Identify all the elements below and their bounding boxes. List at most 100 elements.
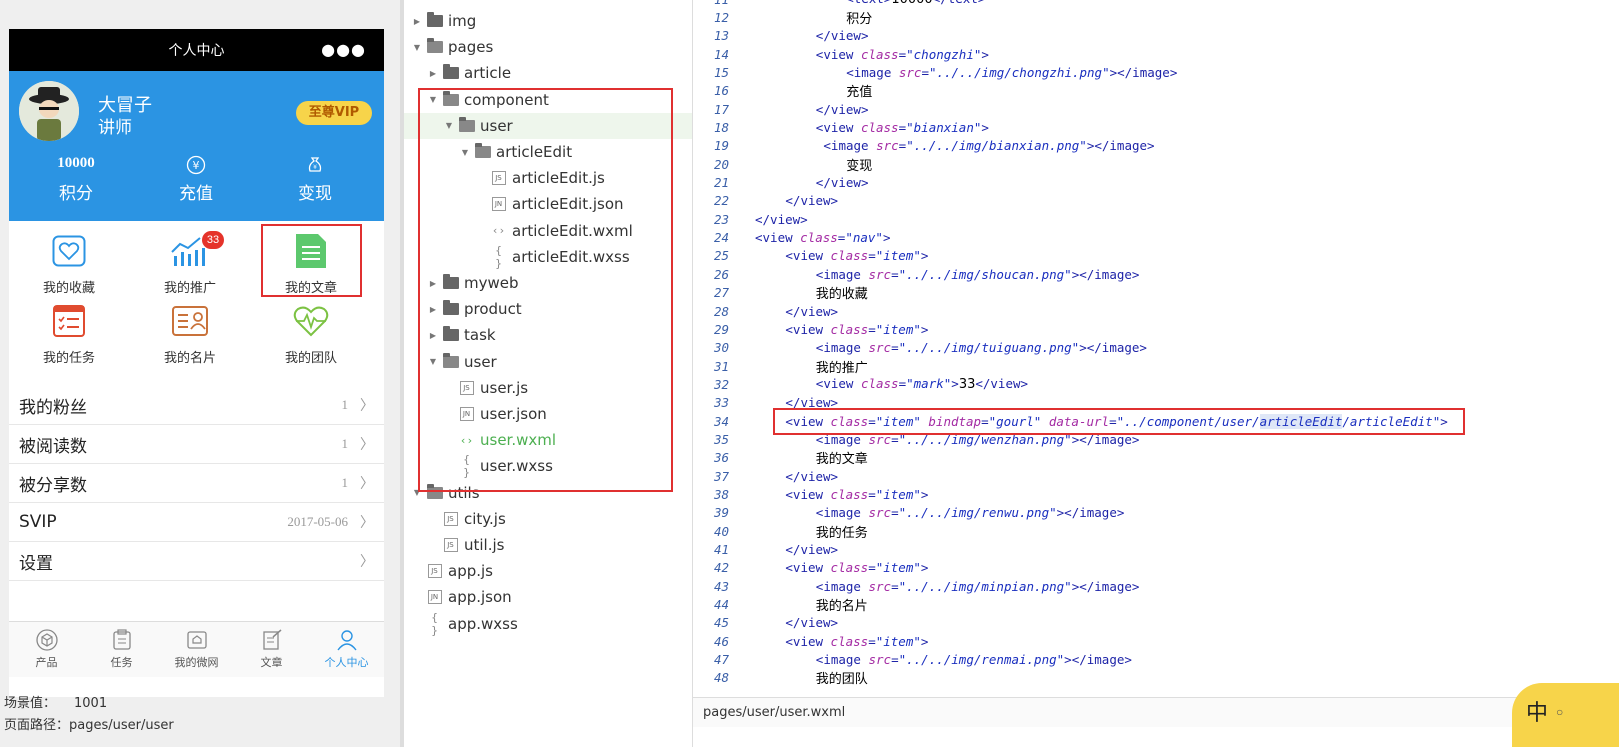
code-text: </view> xyxy=(755,175,869,191)
code-line[interactable]: 46 <view class="item"> xyxy=(693,632,1619,650)
code-line[interactable]: 41 </view> xyxy=(693,540,1619,558)
list-item[interactable]: 设置〉 xyxy=(9,542,384,581)
code-editor[interactable]: 11 <text>10000</text> 12 积分 13 </view> 14 <view… xyxy=(692,0,1619,747)
code-line[interactable]: 29 <view class="item"> xyxy=(693,320,1619,338)
code-line[interactable]: 47 <image src="../../img/renmai.png"></im… xyxy=(693,650,1619,668)
code-line[interactable]: 19 <image src="../../img/bianxian.png"></… xyxy=(693,137,1619,155)
tree-file[interactable]: JS util.js xyxy=(404,532,692,558)
stat-cashout[interactable]: ¥ 变现 xyxy=(260,155,370,204)
grid-item-favorites[interactable]: 我的收藏 xyxy=(19,233,119,305)
code-line[interactable]: 13 </view> xyxy=(693,27,1619,45)
highlight-box-component xyxy=(418,88,673,492)
tree-file[interactable]: { } app.wxss xyxy=(404,611,692,637)
code-text: 变现 xyxy=(755,155,872,174)
code-line[interactable]: 12 积分 xyxy=(693,8,1619,27)
code-token: <image xyxy=(815,266,869,282)
code-line[interactable]: 16 充值 xyxy=(693,82,1619,100)
code-token: = xyxy=(868,486,876,502)
code-line[interactable]: 15 <image src="../../img/chongzhi.png"></… xyxy=(693,63,1619,81)
folder-icon xyxy=(442,64,459,80)
yen-circle-icon: ¥ xyxy=(141,155,251,175)
tab-articles[interactable]: 文章 xyxy=(234,622,309,677)
code-line[interactable]: 45 </view> xyxy=(693,614,1619,632)
code-line[interactable]: 42 <view class="item"> xyxy=(693,559,1619,577)
code-text: <view class="item"> xyxy=(755,487,928,502)
code-token: <view xyxy=(785,321,831,337)
tab-products[interactable]: 产品 xyxy=(9,622,84,677)
tab-tasks[interactable]: 任务 xyxy=(84,622,159,677)
stat-recharge[interactable]: ¥ 充值 xyxy=(141,155,251,204)
code-line[interactable]: 44 我的名片 xyxy=(693,595,1619,614)
scene-label: 场景值： xyxy=(4,696,57,711)
chevron-down-icon[interactable]: ▼ xyxy=(412,43,422,52)
code-line[interactable]: 38 <view class="item"> xyxy=(693,485,1619,503)
code-token: <text> xyxy=(846,0,891,6)
tree-folder[interactable]: ▼ pages xyxy=(404,34,692,60)
code-token: ></image> xyxy=(1109,65,1178,81)
code-token: </view> xyxy=(815,175,869,191)
list-item[interactable]: 被分享数 1 〉 xyxy=(9,464,384,503)
ime-indicator[interactable]: 中 ○ xyxy=(1512,683,1619,747)
code-line[interactable]: 24 <view class="nav"> xyxy=(693,228,1619,246)
avatar[interactable] xyxy=(19,81,79,141)
code-line[interactable]: 28 </view> xyxy=(693,302,1619,320)
tree-file[interactable]: JN app.json xyxy=(404,584,692,610)
code-line[interactable]: 21 </view> xyxy=(693,173,1619,191)
code-line[interactable]: 26 <image src="../../img/shoucan.png"></i… xyxy=(693,265,1619,283)
stat-points[interactable]: 10000 积分 xyxy=(21,155,131,204)
list-item[interactable]: 被阅读数 1 〉 xyxy=(9,425,384,464)
code-token: <view xyxy=(815,376,861,392)
grid-item-tasks[interactable]: 我的任务 xyxy=(19,303,119,375)
line-number: 46 xyxy=(713,633,729,649)
tree-file[interactable]: JS app.js xyxy=(404,558,692,584)
code-token: class xyxy=(830,633,869,649)
tree-file[interactable]: JS city.js xyxy=(404,506,692,532)
code-line[interactable]: 20 变现 xyxy=(693,155,1619,174)
grid-item-team[interactable]: 我的团队 xyxy=(261,303,361,375)
code-line[interactable]: 17 </view> xyxy=(693,100,1619,118)
line-number: 16 xyxy=(713,83,729,99)
code-line[interactable]: 39 <image src="../../img/renwu.png"></ima… xyxy=(693,504,1619,522)
code-line[interactable]: 32 <view class="mark">33</view> xyxy=(693,375,1619,393)
code-line[interactable]: 25 <view class="item"> xyxy=(693,247,1619,265)
code-line[interactable]: 22 </view> xyxy=(693,192,1619,210)
line-number: 30 xyxy=(713,340,729,356)
code-line[interactable]: 31 我的推广 xyxy=(693,357,1619,376)
tree-folder[interactable]: ▶ img xyxy=(404,8,692,34)
chevron-right-icon[interactable]: ▶ xyxy=(412,17,422,26)
code-token: > xyxy=(981,120,989,136)
list-item[interactable]: 我的粉丝 1 〉 xyxy=(9,386,384,425)
grid-label: 我的收藏 xyxy=(42,281,95,296)
code-line[interactable]: 36 我的文章 xyxy=(693,449,1619,467)
code-line[interactable]: 30 <image src="../../img/tuiguang.png"></… xyxy=(693,339,1619,357)
js-file-icon: JS xyxy=(442,538,459,552)
code-token: ></image> xyxy=(1056,505,1125,521)
tab-microsite[interactable]: 我的微网 xyxy=(159,622,234,677)
code-line[interactable]: 40 我的任务 xyxy=(693,522,1619,541)
list-item[interactable]: SVIP 2017-05-06 〉 xyxy=(9,503,384,542)
code-line[interactable]: 37 </view> xyxy=(693,467,1619,485)
code-area[interactable]: 11 <text>10000</text> 12 积分 13 </view> 14 <view… xyxy=(693,0,1619,687)
code-line[interactable]: 48 我的团队 xyxy=(693,669,1619,687)
tree-folder[interactable]: ▶ article xyxy=(404,60,692,86)
line-number: 42 xyxy=(713,560,729,576)
code-line[interactable]: 23 </view> xyxy=(693,210,1619,228)
grid-item-card[interactable]: 我的名片 xyxy=(140,303,240,375)
more-menu-icon[interactable]: ●●● xyxy=(321,40,366,59)
code-text: </view> xyxy=(755,28,869,43)
code-line[interactable]: 27 我的收藏 xyxy=(693,284,1619,302)
code-token: </text> xyxy=(933,0,986,6)
chevron-right-icon[interactable]: ▶ xyxy=(428,69,438,78)
code-line[interactable]: 14 <view class="chongzhi"> xyxy=(693,45,1619,63)
vip-badge[interactable]: 至尊VIP xyxy=(296,101,372,125)
tab-profile[interactable]: 个人中心 xyxy=(309,622,384,677)
code-line[interactable]: 18 <view class="bianxian"> xyxy=(693,118,1619,136)
code-line[interactable]: 43 <image src="../../img/minpian.png"></i… xyxy=(693,577,1619,595)
line-number: 36 xyxy=(713,450,729,466)
code-token: </view> xyxy=(785,468,839,484)
code-token: = xyxy=(868,248,876,264)
grid-item-promotion[interactable]: 33 我的推广 xyxy=(140,231,240,305)
code-text: <view class="item"> xyxy=(755,560,928,575)
code-text: <image src="../../img/tuiguang.png"></im… xyxy=(755,340,1147,355)
stats-list: 我的粉丝 1 〉 被阅读数 1 〉 被分享数 1 〉 SVIP 2017-05-06 〉 设置〉 xyxy=(9,386,384,581)
